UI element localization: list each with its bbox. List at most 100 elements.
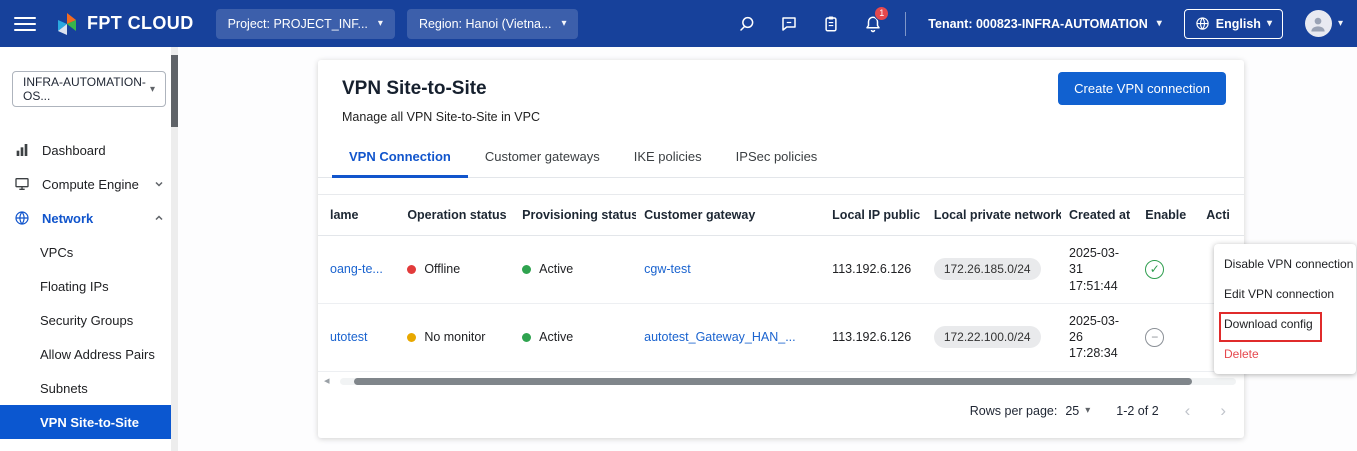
language-selector[interactable]: English ▾: [1184, 9, 1283, 39]
sidebar-item-label: Floating IPs: [40, 279, 109, 294]
status-dot-active-icon: [522, 265, 531, 274]
tab-ipsec-policies[interactable]: IPSec policies: [719, 138, 835, 177]
vpn-card: VPN Site-to-Site Manage all VPN Site-to-…: [318, 60, 1244, 438]
operation-status: No monitor: [407, 330, 506, 344]
sidebar-item-compute-engine[interactable]: Compute Engine: [0, 167, 178, 201]
sidebar-item-allow-address-pairs[interactable]: Allow Address Pairs: [0, 337, 178, 371]
notification-badge: 1: [874, 6, 889, 21]
horizontal-scrollbar-thumb[interactable]: [354, 378, 1192, 385]
fpt-cloud-logo: FPT CLOUD: [54, 11, 194, 37]
chevron-down-icon: ▾: [561, 18, 566, 29]
local-ip-public: 113.192.6.126: [832, 262, 911, 276]
col-operation-status: Operation status: [399, 195, 514, 236]
tenant-selector[interactable]: Tenant: 000823-INFRA-AUTOMATION ▾: [928, 17, 1162, 31]
operation-status-label: Offline: [424, 262, 460, 276]
disabled-icon[interactable]: −: [1145, 328, 1164, 347]
person-icon: [1308, 14, 1328, 34]
rows-per-page-label: Rows per page:: [970, 404, 1058, 418]
rows-per-page: Rows per page: 25 ▾: [970, 404, 1091, 418]
sidebar-item-label: VPN Site-to-Site: [40, 415, 139, 430]
clipboard-icon[interactable]: [821, 14, 841, 34]
menu-item-edit-vpn-connection[interactable]: Edit VPN connection: [1214, 279, 1356, 309]
rows-per-page-select[interactable]: 25 ▾: [1065, 404, 1090, 418]
sidebar-item-label: Dashboard: [42, 143, 106, 158]
project-selector[interactable]: Project: PROJECT_INF... ▾: [216, 9, 395, 39]
chevron-down-icon: [154, 177, 164, 192]
sidebar-item-dashboard[interactable]: Dashboard: [0, 133, 178, 167]
sidebar-item-floating-ips[interactable]: Floating IPs: [0, 269, 178, 303]
col-customer-gateway: Customer gateway: [636, 195, 824, 236]
sidebar-item-label: Subnets: [40, 381, 88, 396]
sidebar-item-network[interactable]: Network: [0, 201, 178, 235]
col-action: Acti: [1198, 195, 1244, 236]
vpn-table-wrap: lame Operation status Provisioning statu…: [318, 194, 1244, 438]
col-name: lame: [318, 195, 399, 236]
globe-icon: [1195, 16, 1210, 31]
logo-text: FPT CLOUD: [87, 13, 194, 34]
next-page-icon[interactable]: ›: [1220, 401, 1226, 421]
provisioning-status-label: Active: [539, 262, 573, 276]
shell: INFRA-AUTOMATION-OS... ▾ Dashboard Compu…: [0, 47, 1357, 451]
workspace-select[interactable]: INFRA-AUTOMATION-OS... ▾: [12, 71, 166, 107]
topbar-right-group: 1 Tenant: 000823-INFRA-AUTOMATION ▾ Engl…: [737, 9, 1343, 39]
horizontal-scrollbar: ◂: [324, 377, 1236, 386]
notification-bell-icon[interactable]: 1: [863, 14, 883, 34]
fpt-logo-mark-icon: [54, 11, 80, 37]
tab-bar: VPN Connection Customer gateways IKE pol…: [318, 138, 1244, 178]
status-dot-no-monitor-icon: [407, 333, 416, 342]
vpn-table: lame Operation status Provisioning statu…: [318, 194, 1244, 372]
sidebar-item-label: Allow Address Pairs: [40, 347, 155, 362]
feedback-icon[interactable]: [779, 14, 799, 34]
chevron-down-icon: ▾: [1157, 18, 1162, 29]
col-local-ip-public: Local IP public: [824, 195, 926, 236]
chevron-down-icon: ▾: [1338, 18, 1343, 29]
menu-item-delete[interactable]: Delete: [1214, 339, 1356, 369]
col-created-at: Created at: [1061, 195, 1137, 236]
col-local-private-network: Local private network: [926, 195, 1061, 236]
menu-item-disable-vpn-connection[interactable]: Disable VPN connection: [1214, 249, 1356, 279]
tab-ike-policies[interactable]: IKE policies: [617, 138, 719, 177]
region-selector[interactable]: Region: Hanoi (Vietna... ▾: [407, 9, 579, 39]
provisioning-status: Active: [522, 330, 628, 344]
status-dot-offline-icon: [407, 265, 416, 274]
sidebar-item-label: Security Groups: [40, 313, 133, 328]
sidebar-item-subnets[interactable]: Subnets: [0, 371, 178, 405]
sidebar-scrollbar-thumb[interactable]: [171, 55, 178, 127]
customer-gateway-link[interactable]: cgw-test: [644, 262, 691, 276]
scroll-left-arrow-icon[interactable]: ◂: [324, 374, 330, 387]
operation-status-label: No monitor: [424, 330, 485, 344]
sidebar: INFRA-AUTOMATION-OS... ▾ Dashboard Compu…: [0, 47, 178, 451]
pagination-range: 1-2 of 2: [1116, 404, 1158, 418]
menu-item-download-config[interactable]: Download config: [1214, 309, 1356, 339]
sidebar-item-vpcs[interactable]: VPCs: [0, 235, 178, 269]
chevron-down-icon: ▾: [1085, 405, 1090, 416]
rows-per-page-value: 25: [1065, 404, 1079, 418]
vpn-name-link[interactable]: utotest: [330, 330, 368, 344]
sidebar-item-label: VPCs: [40, 245, 73, 260]
topbar: FPT CLOUD Project: PROJECT_INF... ▾ Regi…: [0, 0, 1357, 47]
enabled-icon[interactable]: ✓: [1145, 260, 1164, 279]
local-private-network-chip: 172.22.100.0/24: [934, 326, 1041, 348]
chevron-down-icon: ▾: [1267, 18, 1272, 29]
provisioning-status: Active: [522, 262, 628, 276]
tab-customer-gateways[interactable]: Customer gateways: [468, 138, 617, 177]
sidebar-item-vpn-site-to-site[interactable]: VPN Site-to-Site: [0, 405, 178, 439]
search-icon[interactable]: [737, 14, 757, 34]
customer-gateway-link[interactable]: autotest_Gateway_HAN_...: [644, 330, 795, 344]
create-vpn-connection-button[interactable]: Create VPN connection: [1058, 72, 1226, 105]
main-content: VPN Site-to-Site Manage all VPN Site-to-…: [178, 47, 1357, 451]
vpn-name-link[interactable]: oang-te...: [330, 262, 383, 276]
sidebar-item-security-groups[interactable]: Security Groups: [0, 303, 178, 337]
tenant-label: Tenant: 000823-INFRA-AUTOMATION: [928, 17, 1147, 31]
col-enable: Enable: [1137, 195, 1198, 236]
col-provisioning-status: Provisioning status: [514, 195, 636, 236]
previous-page-icon[interactable]: ‹: [1185, 401, 1191, 421]
tab-vpn-connection[interactable]: VPN Connection: [332, 138, 468, 177]
language-label: English: [1216, 17, 1261, 31]
hamburger-menu-icon[interactable]: [14, 17, 36, 31]
pagination: Rows per page: 25 ▾ 1-2 of 2 ‹ ›: [318, 386, 1244, 438]
operation-status: Offline: [407, 262, 506, 276]
user-menu[interactable]: ▾: [1305, 10, 1343, 37]
page-subtitle: Manage all VPN Site-to-Site in VPC: [342, 110, 1220, 124]
table-row: utotest No monitor Active: [318, 303, 1244, 371]
